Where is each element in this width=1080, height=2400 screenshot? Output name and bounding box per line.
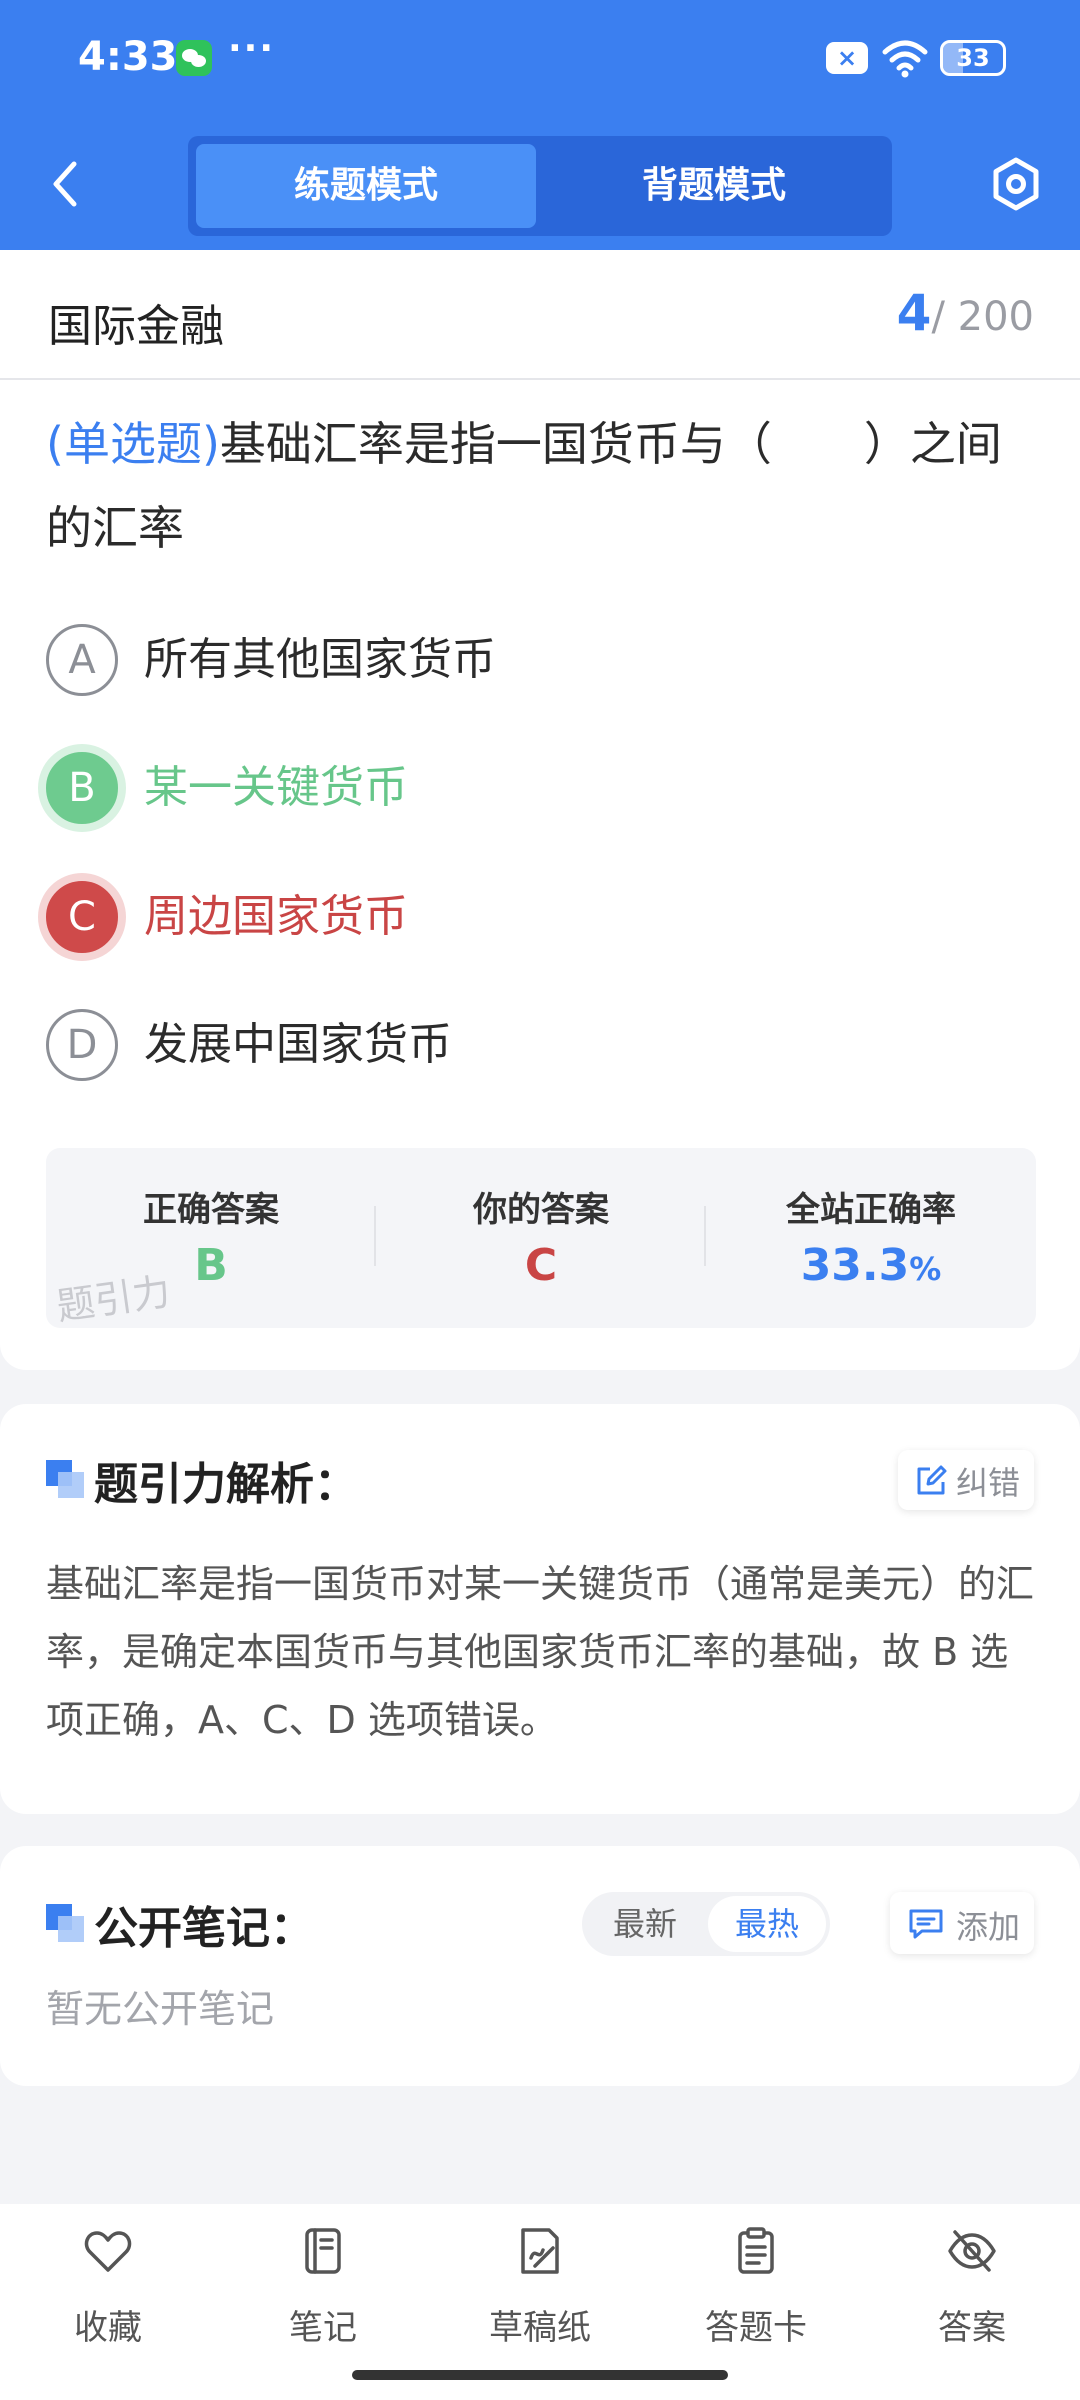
favorite-button[interactable]: 收藏	[28, 2226, 188, 2348]
show-answer-label: 答案	[938, 2308, 1006, 2348]
your-answer-value: C	[524, 1240, 558, 1291]
question-progress: 4/ 200	[897, 284, 1034, 342]
notes-title: 公开笔记：	[94, 1903, 314, 1954]
section-squares-icon	[46, 1904, 86, 1944]
question-type: (单选题)	[46, 417, 220, 471]
subject-title: 国际金融	[48, 301, 224, 352]
sort-hottest[interactable]: 最热	[708, 1896, 826, 1952]
accuracy-value: 33.3%	[706, 1240, 1036, 1291]
more-notifications-icon: ···	[228, 28, 276, 69]
accuracy-label: 全站正确率	[786, 1190, 956, 1230]
option-letter: D	[46, 1009, 118, 1081]
sort-latest[interactable]: 最新	[586, 1896, 704, 1952]
accuracy-stat: 全站正确率 33.3%	[706, 1148, 1036, 1328]
close-box-icon: ×	[826, 42, 868, 74]
tab-memorize-mode[interactable]: 背题模式	[544, 144, 884, 228]
empty-notes-text: 暂无公开笔记	[46, 1987, 275, 2031]
option-text: 所有其他国家货币	[144, 634, 496, 685]
accuracy-number: 33.3	[800, 1240, 910, 1291]
battery-level: 33	[956, 44, 990, 72]
notes-label: 笔记	[289, 2308, 357, 2348]
section-squares-icon	[46, 1460, 86, 1500]
your-answer-stat: 你的答案 C	[376, 1148, 706, 1328]
show-answer-button[interactable]: 答案	[892, 2226, 1052, 2348]
option-text: 某一关键货币	[144, 762, 408, 813]
option-d[interactable]: D 发展中国家货币	[46, 1005, 1036, 1085]
your-answer-label: 你的答案	[473, 1190, 609, 1230]
draft-paper-label: 草稿纸	[489, 2308, 591, 2348]
option-a[interactable]: A 所有其他国家货币	[46, 620, 1036, 700]
answer-sheet-button[interactable]: 答题卡	[676, 2226, 836, 2348]
eye-off-icon	[948, 2230, 996, 2272]
add-note-label: 添加	[956, 1908, 1021, 1946]
notes-sort-toggle: 最新 最热	[582, 1892, 830, 1956]
battery-icon: 33	[940, 40, 1006, 76]
draft-paper-button[interactable]: 草稿纸	[460, 2226, 620, 2348]
report-error-button[interactable]: 纠错	[898, 1450, 1034, 1510]
mode-switch: 练题模式 背题模式	[188, 136, 892, 236]
correct-answer-label: 正确答案	[143, 1190, 279, 1230]
total-questions: / 200	[931, 294, 1034, 340]
gear-icon[interactable]	[988, 156, 1044, 212]
answer-sheet-label: 答题卡	[705, 2308, 807, 2348]
notebook-icon	[305, 2228, 341, 2274]
top-header: 4:33 ··· × 33 练题模式 背题模式	[0, 0, 1080, 250]
chevron-left-icon[interactable]	[44, 156, 84, 212]
option-b[interactable]: B 某一关键货币	[46, 748, 1036, 828]
subject-row: 国际金融 4/ 200	[0, 250, 1080, 380]
report-error-label: 纠错	[956, 1464, 1021, 1502]
status-time: 4:33	[78, 34, 178, 80]
question-stem: (单选题)基础汇率是指一国货币与（ ）之间的汇率	[46, 402, 1040, 570]
wechat-icon	[176, 40, 212, 76]
accuracy-unit: %	[909, 1250, 942, 1288]
nav-bar: 练题模式 背题模式	[0, 130, 1080, 240]
analysis-text: 基础汇率是指一国货币对某一关键货币（通常是美元）的汇率，是确定本国货币与其他国家…	[46, 1562, 1035, 1742]
option-letter: B	[46, 752, 118, 824]
tab-practice-mode[interactable]: 练题模式	[196, 144, 536, 228]
analysis-title: 题引力解析：	[94, 1459, 358, 1510]
notes-button[interactable]: 笔记	[243, 2226, 403, 2348]
current-question-number: 4	[896, 284, 932, 342]
wifi-icon	[882, 40, 928, 78]
answer-stats: 正确答案 B 你的答案 C 全站正确率 33.3% 题引力	[46, 1148, 1036, 1329]
public-notes-card: 公开笔记： 最新 最热 添加 暂无公开笔记	[0, 1846, 1080, 2086]
option-text: 周边国家货币	[144, 891, 408, 942]
status-bar: 4:33 ··· × 33	[0, 0, 1080, 120]
option-letter: C	[46, 881, 118, 953]
draft-paper-icon	[521, 2228, 559, 2274]
add-note-button[interactable]: 添加	[890, 1892, 1034, 1954]
question-card: 国际金融 4/ 200 (单选题)基础汇率是指一国货币与（ ）之间的汇率 A 所…	[0, 250, 1080, 1370]
edit-icon	[917, 1465, 947, 1495]
answer-sheet-icon	[738, 2227, 774, 2274]
home-indicator[interactable]	[352, 2370, 728, 2380]
option-text: 发展中国家货币	[144, 1019, 452, 1070]
comment-icon	[909, 1909, 943, 1939]
analysis-card: 题引力解析： 纠错 基础汇率是指一国货币对某一关键货币（通常是美元）的汇率，是确…	[0, 1404, 1080, 1814]
bottom-toolbar: 收藏 笔记 草稿纸 答题卡 答案	[0, 2204, 1080, 2400]
option-letter: A	[46, 624, 118, 696]
favorite-label: 收藏	[74, 2308, 142, 2348]
heart-icon	[84, 2231, 132, 2272]
option-c[interactable]: C 周边国家货币	[46, 877, 1036, 957]
